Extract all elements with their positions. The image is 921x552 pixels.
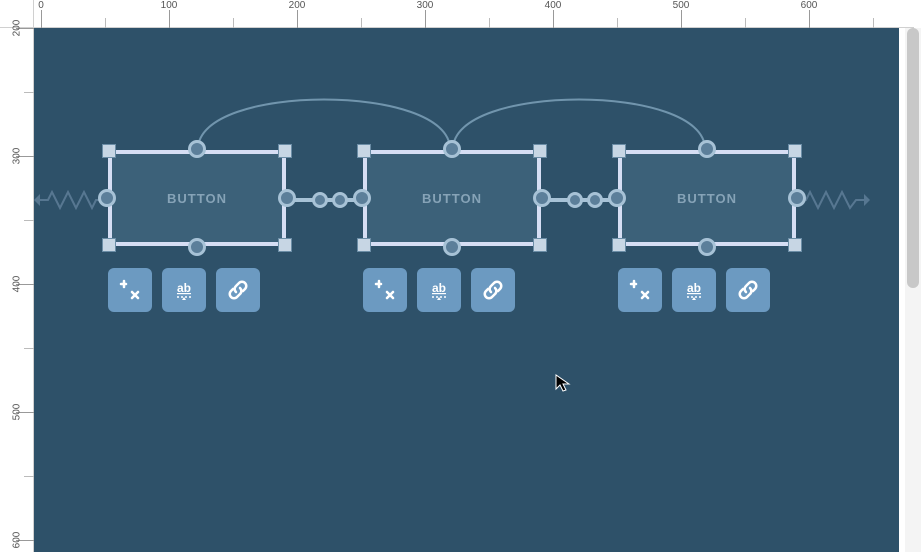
compress-button[interactable]: [108, 268, 152, 312]
text-edit-icon: ab: [682, 278, 706, 302]
resize-handle-bl[interactable]: [612, 238, 626, 252]
button-node[interactable]: BUTTON ab: [612, 144, 802, 252]
resize-handle-tl[interactable]: [612, 144, 626, 158]
node-body[interactable]: BUTTON: [618, 150, 796, 246]
cursor-icon: [554, 373, 574, 393]
port-right[interactable]: [533, 189, 551, 207]
ruler-horizontal[interactable]: 0 100 200 300 400 500 600: [34, 0, 914, 28]
compress-button[interactable]: [363, 268, 407, 312]
resize-handle-br[interactable]: [788, 238, 802, 252]
port-top[interactable]: [698, 140, 716, 158]
chain-port[interactable]: [567, 192, 583, 208]
spring-connector-right[interactable]: [798, 190, 898, 210]
ruler-h-label: 500: [673, 0, 690, 11]
workspace: 0 100 200 300 400 500 600 200 300 400 50…: [0, 0, 921, 552]
ruler-h-label: 600: [801, 0, 818, 11]
ruler-h-label: 200: [289, 0, 306, 11]
node-label: BUTTON: [422, 191, 482, 206]
ruler-h-label: 400: [545, 0, 562, 11]
compress-icon: [118, 278, 142, 302]
port-left[interactable]: [353, 189, 371, 207]
ruler-v-label: 400: [12, 269, 23, 299]
port-bottom[interactable]: [443, 238, 461, 256]
port-left[interactable]: [608, 189, 626, 207]
node-toolbar: ab: [108, 268, 260, 312]
button-node[interactable]: BUTTON ab: [357, 144, 547, 252]
resize-handle-tr[interactable]: [788, 144, 802, 158]
resize-handle-tl[interactable]: [102, 144, 116, 158]
scrollbar-vertical[interactable]: [905, 28, 921, 552]
node-toolbar: ab: [363, 268, 515, 312]
scrollbar-thumb[interactable]: [907, 28, 919, 288]
ruler-h-label: 0: [38, 0, 44, 11]
constraint-arc[interactable]: [194, 83, 454, 153]
resize-handle-tr[interactable]: [533, 144, 547, 158]
chain-port[interactable]: [332, 192, 348, 208]
link-icon: [736, 278, 760, 302]
link-icon: [226, 278, 250, 302]
svg-text:ab: ab: [687, 281, 701, 295]
ruler-v-label: 200: [12, 13, 23, 43]
port-right[interactable]: [788, 189, 806, 207]
ruler-vertical[interactable]: 200 300 400 500 600: [0, 28, 34, 552]
resize-handle-br[interactable]: [533, 238, 547, 252]
port-bottom[interactable]: [698, 238, 716, 256]
resize-handle-bl[interactable]: [357, 238, 371, 252]
ruler-h-label: 100: [161, 0, 178, 11]
node-body[interactable]: BUTTON: [363, 150, 541, 246]
compress-icon: [628, 278, 652, 302]
svg-text:ab: ab: [177, 281, 191, 295]
port-top[interactable]: [443, 140, 461, 158]
design-canvas[interactable]: BUTTON ab: [34, 28, 899, 552]
ruler-h-label: 300: [417, 0, 434, 11]
resize-handle-br[interactable]: [278, 238, 292, 252]
ruler-v-label: 600: [12, 525, 23, 552]
ruler-v-label: 300: [12, 141, 23, 171]
chain-port[interactable]: [587, 192, 603, 208]
node-label: BUTTON: [677, 191, 737, 206]
compress-icon: [373, 278, 397, 302]
text-edit-button[interactable]: ab: [417, 268, 461, 312]
constraint-arc[interactable]: [449, 83, 709, 153]
node-body[interactable]: BUTTON: [108, 150, 286, 246]
resize-handle-bl[interactable]: [102, 238, 116, 252]
spring-connector-left[interactable]: [34, 190, 106, 210]
resize-handle-tl[interactable]: [357, 144, 371, 158]
text-edit-button[interactable]: ab: [162, 268, 206, 312]
link-button[interactable]: [471, 268, 515, 312]
button-node[interactable]: BUTTON ab: [102, 144, 292, 252]
svg-text:ab: ab: [432, 281, 446, 295]
text-edit-icon: ab: [427, 278, 451, 302]
port-bottom[interactable]: [188, 238, 206, 256]
port-right[interactable]: [278, 189, 296, 207]
chain-port[interactable]: [312, 192, 328, 208]
compress-button[interactable]: [618, 268, 662, 312]
link-button[interactable]: [726, 268, 770, 312]
link-button[interactable]: [216, 268, 260, 312]
resize-handle-tr[interactable]: [278, 144, 292, 158]
node-toolbar: ab: [618, 268, 770, 312]
text-edit-button[interactable]: ab: [672, 268, 716, 312]
node-label: BUTTON: [167, 191, 227, 206]
text-edit-icon: ab: [172, 278, 196, 302]
port-top[interactable]: [188, 140, 206, 158]
port-left[interactable]: [98, 189, 116, 207]
link-icon: [481, 278, 505, 302]
ruler-v-label: 500: [12, 397, 23, 427]
